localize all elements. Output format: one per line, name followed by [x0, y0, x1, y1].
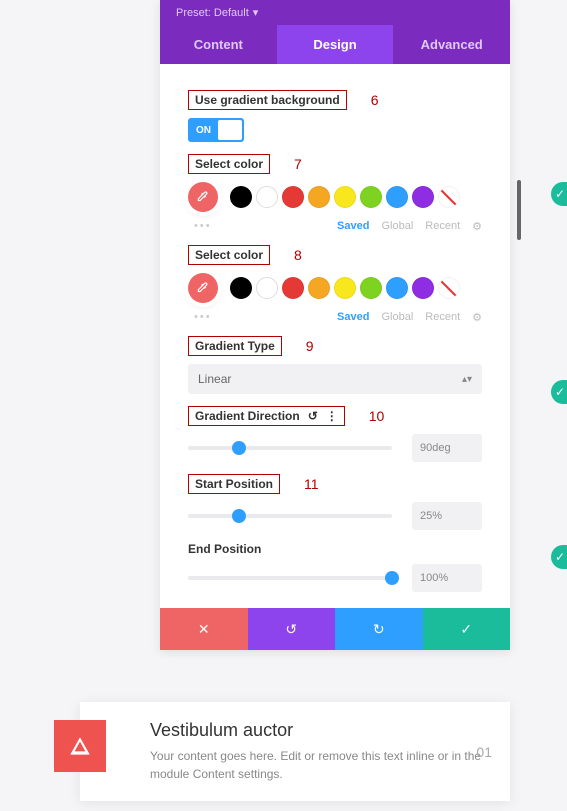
start-value[interactable]: 25% [412, 502, 482, 530]
swatch-tab-global[interactable]: Global [381, 311, 413, 324]
swatch[interactable] [308, 186, 330, 208]
swatch[interactable] [256, 186, 278, 208]
swatch-tab-recent[interactable]: Recent [425, 311, 460, 324]
panel-body: Use gradient background 6 ON Select colo… [160, 64, 510, 608]
swatch-transparent[interactable] [438, 186, 460, 208]
more-icon[interactable]: ••• [194, 311, 212, 324]
swatch[interactable] [282, 277, 304, 299]
row-gradient-type: Gradient Type 9 [188, 336, 482, 356]
kebab-icon[interactable]: ⋮ [326, 409, 338, 423]
annotation-6: 6 [371, 92, 379, 108]
eyedropper-icon[interactable] [188, 273, 218, 303]
start-slider[interactable] [188, 514, 392, 518]
swatch-tab-recent[interactable]: Recent [425, 220, 460, 233]
swatch-tabs-1: ••• Saved Global Recent ⚙ [188, 220, 482, 233]
select-color-1-label: Select color [188, 154, 270, 174]
swatch[interactable] [256, 277, 278, 299]
settings-panel: Preset: Default ▾ Content Design Advance… [160, 0, 510, 650]
preset-label: Preset: Default [176, 7, 249, 19]
swatch[interactable] [412, 186, 434, 208]
card-title: Vestibulum auctor [150, 720, 490, 741]
row-use-gradient: Use gradient background 6 [188, 90, 482, 110]
gradient-direction-label: Gradient Direction [195, 409, 300, 423]
annotation-11: 11 [304, 476, 319, 492]
swatch-row-2 [188, 273, 482, 303]
tabs: Content Design Advanced [160, 25, 510, 64]
row-start-position: Start Position 11 [188, 474, 482, 494]
end-slider-row: 100% [188, 564, 482, 592]
gear-icon[interactable]: ⚙ [472, 311, 482, 324]
side-tab-2[interactable]: ✓ [551, 380, 567, 404]
slider-thumb[interactable] [385, 571, 399, 585]
row-end-position: End Position [188, 542, 482, 556]
use-gradient-label: Use gradient background [188, 90, 347, 110]
redo-button[interactable]: ↻ [335, 608, 423, 650]
swatch[interactable] [334, 277, 356, 299]
swatch[interactable] [230, 277, 252, 299]
start-position-label: Start Position [188, 474, 280, 494]
gear-icon[interactable]: ⚙ [472, 220, 482, 233]
annotation-7: 7 [294, 156, 302, 172]
swatch-tabs-2: ••• Saved Global Recent ⚙ [188, 311, 482, 324]
swatch[interactable] [360, 277, 382, 299]
preset-row[interactable]: Preset: Default ▾ [160, 0, 510, 25]
swatch[interactable] [282, 186, 304, 208]
swatch[interactable] [334, 186, 356, 208]
end-slider[interactable] [188, 576, 392, 580]
scroll-indicator[interactable] [517, 180, 521, 240]
swatch[interactable] [308, 277, 330, 299]
content-card: Vestibulum auctor Your content goes here… [80, 702, 510, 801]
more-icon[interactable]: ••• [194, 220, 212, 233]
swatch[interactable] [230, 186, 252, 208]
swatch[interactable] [386, 277, 408, 299]
slider-thumb[interactable] [232, 441, 246, 455]
swatch-tab-global[interactable]: Global [381, 220, 413, 233]
swatch[interactable] [360, 186, 382, 208]
direction-value[interactable]: 90deg [412, 434, 482, 462]
row-select-color-1: Select color 7 [188, 154, 482, 174]
card-body: Your content goes here. Edit or remove t… [150, 747, 490, 783]
direction-slider[interactable] [188, 446, 392, 450]
swatch-transparent[interactable] [438, 277, 460, 299]
gradient-toggle[interactable]: ON [188, 118, 244, 142]
gradient-type-select[interactable]: Linear ▴▾ [188, 364, 482, 394]
reset-icon[interactable]: ↺ [308, 409, 318, 423]
gradient-type-value: Linear [198, 372, 231, 386]
gradient-direction-label-box: Gradient Direction ↺ ⋮ [188, 406, 345, 426]
annotation-8: 8 [294, 247, 302, 263]
card-logo-icon [54, 720, 106, 772]
toggle-on-text: ON [190, 125, 217, 136]
side-tab-1[interactable]: ✓ [551, 182, 567, 206]
tab-content[interactable]: Content [160, 25, 277, 64]
tab-design[interactable]: Design [277, 25, 394, 64]
swatch[interactable] [412, 277, 434, 299]
gradient-type-label: Gradient Type [188, 336, 282, 356]
end-position-label: End Position [188, 542, 261, 556]
undo-button[interactable]: ↺ [248, 608, 336, 650]
footer-actions: ✕ ↺ ↻ ✓ [160, 608, 510, 650]
tab-advanced[interactable]: Advanced [393, 25, 510, 64]
card-number: 01 [476, 744, 492, 760]
swatch-tab-saved[interactable]: Saved [337, 220, 369, 233]
chevron-down-icon: ▾ [253, 6, 259, 19]
row-gradient-direction: Gradient Direction ↺ ⋮ 10 [188, 406, 482, 426]
select-arrows-icon: ▴▾ [462, 374, 472, 385]
row-select-color-2: Select color 8 [188, 245, 482, 265]
toggle-knob [218, 120, 242, 140]
confirm-button[interactable]: ✓ [423, 608, 511, 650]
swatch[interactable] [386, 186, 408, 208]
annotation-10: 10 [369, 408, 385, 424]
swatch-row-1 [188, 182, 482, 212]
cancel-button[interactable]: ✕ [160, 608, 248, 650]
end-value[interactable]: 100% [412, 564, 482, 592]
side-tab-3[interactable]: ✓ [551, 545, 567, 569]
start-slider-row: 25% [188, 502, 482, 530]
direction-slider-row: 90deg [188, 434, 482, 462]
eyedropper-icon[interactable] [188, 182, 218, 212]
swatch-tab-saved[interactable]: Saved [337, 311, 369, 324]
slider-thumb[interactable] [232, 509, 246, 523]
annotation-9: 9 [306, 338, 314, 354]
select-color-2-label: Select color [188, 245, 270, 265]
